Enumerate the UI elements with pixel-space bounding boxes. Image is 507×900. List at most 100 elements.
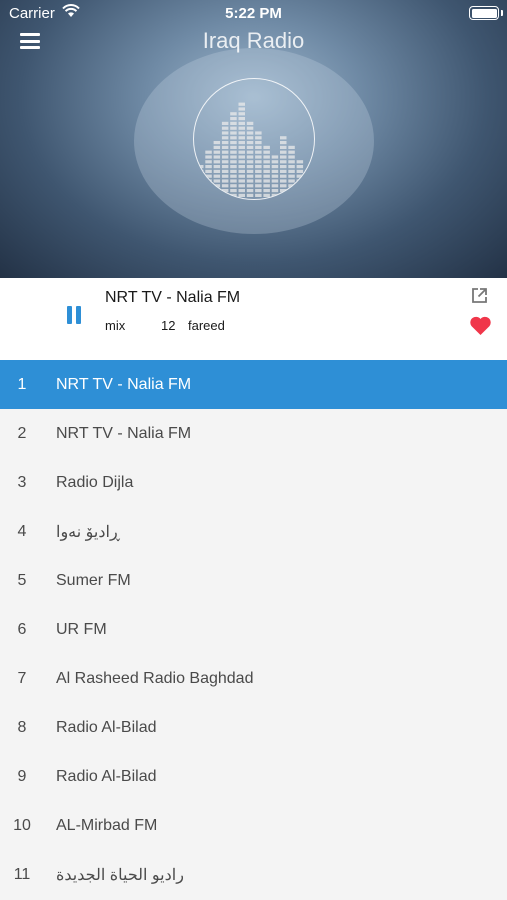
equalizer-bar-segment [246,126,254,130]
equalizer-bar-segment [221,141,229,145]
station-name: Radio Al-Bilad [56,767,157,785]
station-row[interactable]: 9 Radio Al-Bilad [0,752,507,801]
equalizer-bar-segment [280,179,287,183]
battery-tip [501,10,503,16]
equalizer-bar-segment [263,184,270,188]
equalizer-bar-segment [246,150,254,154]
equalizer-bar-segment [205,165,212,169]
equalizer-bar-segment [246,160,254,164]
equalizer-bar-segment [246,136,254,140]
equalizer-bar-segment [221,136,229,140]
equalizer-bar-segment [221,121,229,125]
equalizer-bar-segment [288,155,295,159]
equalizer-bar-segment [238,193,245,197]
equalizer-bar-segment [230,189,237,193]
equalizer-bar-segment [255,169,262,173]
equalizer-bar-segment [271,184,279,188]
equalizer-bar-segment [238,160,245,164]
equalizer-bar-segment [213,141,221,145]
equalizer-bar-segment [271,160,279,164]
station-name: Sumer FM [56,571,131,589]
equalizer-bar-segment [246,189,254,193]
equalizer-bar-segment [221,165,229,169]
equalizer-bar-segment [263,165,270,169]
equalizer-bar-segment [271,174,279,178]
station-row[interactable]: 6 UR FM [0,605,507,654]
equalizer-bar-segment [221,189,229,193]
equalizer-bar-segment [238,117,245,121]
equalizer-bar-segment [246,174,254,178]
equalizer-bar-segment [255,145,262,149]
equalizer-bar-segment [221,126,229,130]
equalizer-bar-segment [255,174,262,178]
equalizer-bar-segment [221,155,229,159]
equalizer-bar-segment [213,155,221,159]
equalizer-bar-segment [238,150,245,154]
equalizer-bar-segment [280,141,287,145]
equalizer-bar-segment [238,136,245,140]
station-list: 1 NRT TV - Nalia FM 2 NRT TV - Nalia FM 3 Rad… [0,360,507,899]
station-row[interactable]: 2 NRT TV - Nalia FM [0,409,507,458]
equalizer-bar-segment [255,160,262,164]
equalizer-bar-segment [288,165,295,169]
equalizer-bar-segment [288,179,295,183]
station-row[interactable]: 7 Al Rasheed Radio Baghdad [0,654,507,703]
equalizer-bar-segment [230,121,237,125]
equalizer-bar-segment [280,174,287,178]
equalizer-bar-segment [280,150,287,154]
station-row[interactable]: 1 NRT TV - Nalia FM [0,360,507,409]
equalizer-bar-segment [288,145,295,149]
station-number: 10 [13,816,31,834]
equalizer-bar-segment [296,169,304,173]
equalizer-bar-segment [230,165,237,169]
equalizer-bar-segment [288,150,295,154]
equalizer-bar-segment [238,121,245,125]
station-row[interactable]: 5 Sumer FM [0,556,507,605]
equalizer-bar-segment [238,165,245,169]
equalizer-bar-segment [246,141,254,145]
equalizer-bar-segment [263,193,270,197]
equalizer-bar-segment [221,160,229,164]
equalizer-bar-segment [230,174,237,178]
station-number: 6 [17,620,27,638]
station-name: Al Rasheed Radio Baghdad [56,669,254,687]
equalizer-bar-segment [238,145,245,149]
equalizer-bar-segment [213,174,221,178]
favorite-heart-icon[interactable] [469,315,492,336]
equalizer-bar-segment [255,179,262,183]
station-row[interactable]: 8 Radio Al-Bilad [0,703,507,752]
station-name: NRT TV - Nalia FM [56,375,192,393]
station-number: 5 [17,571,27,589]
equalizer-bar-segment [213,145,221,149]
share-icon[interactable] [471,287,488,304]
equalizer-bar-segment [213,169,221,173]
equalizer-bar-segment [238,184,245,188]
equalizer-bar-segment [230,145,237,149]
equalizer-bar-segment [263,189,270,193]
station-row[interactable]: 11 راديو الحياة الجديدة [0,850,507,899]
pause-icon[interactable] [66,306,84,326]
equalizer-bar-segment [255,131,262,135]
station-name: NRT TV - Nalia FM [56,424,192,442]
equalizer-bar-segment [230,126,237,130]
equalizer-bar-segment [288,169,295,173]
equalizer-bar-segment [280,169,287,173]
equalizer-bar-segment [238,107,245,111]
equalizer-bar-segment [230,112,237,116]
station-row[interactable]: 10 AL-Mirbad FM [0,801,507,850]
equalizer-bar-segment [246,155,254,159]
equalizer-bar-segment [221,145,229,149]
equalizer-bar-segment [280,145,287,149]
equalizer-bar-segment [263,155,270,159]
station-number: 3 [17,473,27,491]
equalizer-bar-segment [205,160,212,164]
equalizer-bar-segment [255,150,262,154]
station-number: 9 [17,767,27,785]
station-number: 7 [17,669,27,687]
station-name: UR FM [56,620,107,638]
equalizer-bar-segment [271,179,279,183]
station-name: Radio Dijla [56,473,134,491]
station-row[interactable]: 3 Radio Dijla [0,458,507,507]
equalizer-bar-segment [255,184,262,188]
station-row[interactable]: 4 ڕادیۆ نەوا [0,507,507,556]
